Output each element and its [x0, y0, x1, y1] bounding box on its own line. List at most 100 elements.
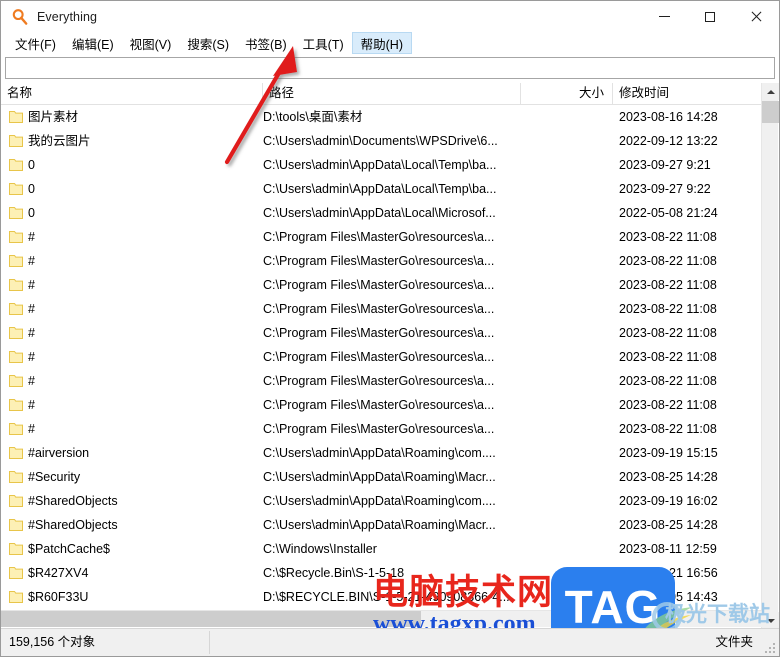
cell-size — [513, 153, 607, 177]
scroll-up-button[interactable] — [762, 83, 779, 100]
menu-item-file[interactable]: 文件(F) — [7, 32, 64, 54]
cell-name: #Security — [28, 470, 81, 484]
cell-modified: 2023-08-22 11:08 — [619, 326, 717, 340]
table-row[interactable]: # C:\Program Files\MasterGo\resources\a..… — [1, 249, 761, 273]
cell-name: 0 — [28, 182, 35, 196]
cell-modified: 2023-08-22 11:08 — [619, 302, 717, 316]
cell-path: C:\Program Files\MasterGo\resources\a... — [263, 398, 495, 412]
menu-item-search[interactable]: 搜索(S) — [179, 32, 237, 54]
cell-path: C:\Users\admin\AppData\Local\Temp\ba... — [263, 182, 497, 196]
folder-icon — [9, 518, 23, 531]
table-row[interactable]: # C:\Program Files\MasterGo\resources\a..… — [1, 393, 761, 417]
cell-path: C:\Program Files\MasterGo\resources\a... — [263, 374, 495, 388]
table-row[interactable]: 我的云图片 C:\Users\admin\Documents\WPSDrive\6… — [1, 129, 761, 153]
chevron-up-icon — [766, 89, 775, 94]
cell-path: C:\Users\admin\AppData\Local\Temp\ba... — [263, 158, 497, 172]
table-row[interactable]: $PatchCache$ C:\Windows\Installer 2023-08-… — [1, 537, 761, 561]
menu-item-bookmarks[interactable]: 书签(B) — [237, 32, 295, 54]
cell-name: 图片素材 — [28, 110, 79, 124]
cell-path: C:\Program Files\MasterGo\resources\a... — [263, 422, 495, 436]
cell-modified: 2023-08-22 11:08 — [619, 350, 717, 364]
table-row[interactable]: $R60F33U D:\$RECYCLE.BIN\S-1-5-21-4909083… — [1, 585, 761, 609]
table-row[interactable]: 0 C:\Users\admin\AppData\Local\Temp\ba...… — [1, 177, 761, 201]
table-row[interactable]: #Security C:\Users\admin\AppData\Roaming\… — [1, 465, 761, 489]
search-input[interactable] — [5, 57, 775, 79]
resize-grip-icon[interactable] — [763, 641, 775, 653]
cell-name: # — [28, 254, 35, 268]
close-button[interactable] — [733, 1, 779, 32]
horizontal-scrollbar[interactable] — [1, 610, 762, 627]
column-header-modified[interactable]: 修改时间 — [613, 83, 762, 104]
cell-path: C:\Users\admin\AppData\Roaming\Macr... — [263, 470, 496, 484]
column-header-row: 名称 路径 大小 修改时间 — [1, 83, 779, 105]
cell-size — [513, 465, 607, 489]
window-controls — [641, 1, 779, 32]
table-row[interactable]: # C:\Program Files\MasterGo\resources\a..… — [1, 273, 761, 297]
column-header-size[interactable]: 大小 — [521, 83, 613, 104]
menu-item-view[interactable]: 视图(V) — [122, 32, 180, 54]
cell-modified: 2022-05-08 21:24 — [619, 206, 718, 220]
cell-modified: 2023-08-22 11:08 — [619, 422, 717, 436]
cell-name: # — [28, 278, 35, 292]
column-header-path[interactable]: 路径 — [263, 83, 521, 104]
cell-size — [513, 105, 607, 129]
table-row[interactable]: # C:\Program Files\MasterGo\resources\a..… — [1, 417, 761, 441]
minimize-button[interactable] — [641, 1, 687, 32]
menu-item-help[interactable]: 帮助(H) — [351, 32, 412, 54]
cell-path: C:\Program Files\MasterGo\resources\a... — [263, 350, 495, 364]
file-list[interactable]: 图片素材 D:\tools\桌面\素材 2023-08-16 14:28 我的云图片 C… — [1, 105, 761, 629]
cell-name: # — [28, 374, 35, 388]
cell-modified: 2023-08-22 11:08 — [619, 254, 717, 268]
table-row[interactable]: 0 C:\Users\admin\AppData\Local\Microsof..… — [1, 201, 761, 225]
maximize-button[interactable] — [687, 1, 733, 32]
cell-name: 0 — [28, 206, 35, 220]
folder-icon — [9, 254, 23, 267]
table-row[interactable]: # C:\Program Files\MasterGo\resources\a..… — [1, 345, 761, 369]
table-row[interactable]: #SharedObjects C:\Users\admin\AppData\Roa… — [1, 513, 761, 537]
cell-name: # — [28, 398, 35, 412]
folder-icon — [9, 494, 23, 507]
cell-modified: 2023-08-22 11:08 — [619, 230, 717, 244]
column-header-name[interactable]: 名称 — [1, 83, 263, 104]
cell-size — [513, 129, 607, 153]
scroll-down-button[interactable] — [762, 612, 779, 629]
horizontal-scroll-thumb[interactable] — [1, 611, 421, 627]
cell-size — [513, 201, 607, 225]
table-row[interactable]: #airversion C:\Users\admin\AppData\Roamin… — [1, 441, 761, 465]
cell-path: D:\$RECYCLE.BIN\S-1-5-21-490908366-4... — [263, 590, 510, 604]
folder-icon — [9, 134, 23, 147]
everything-window: Everything 文件(F) 编辑(E) 视图(V) 搜索(S) 书签(B)… — [0, 0, 780, 657]
folder-icon — [9, 110, 23, 123]
cell-size — [513, 513, 607, 537]
status-object-count: 159,156 个对象 — [9, 635, 96, 649]
cell-size — [513, 393, 607, 417]
cell-path: C:\Program Files\MasterGo\resources\a... — [263, 230, 495, 244]
cell-size — [513, 489, 607, 513]
cell-modified: 2023-08-25 14:28 — [619, 518, 718, 532]
title-bar: Everything — [1, 1, 779, 32]
cell-path: C:\Users\admin\Documents\WPSDrive\6... — [263, 134, 498, 148]
cell-name: $R427XV4 — [28, 566, 89, 580]
cell-size — [513, 537, 607, 561]
table-row[interactable]: # C:\Program Files\MasterGo\resources\a..… — [1, 321, 761, 345]
cell-path: C:\Windows\Installer — [263, 542, 377, 556]
cell-name: $PatchCache$ — [28, 542, 111, 556]
table-row[interactable]: 图片素材 D:\tools\桌面\素材 2023-08-16 14:28 — [1, 105, 761, 129]
cell-path: C:\Users\admin\AppData\Local\Microsof... — [263, 206, 496, 220]
folder-icon — [9, 278, 23, 291]
menu-item-edit[interactable]: 编辑(E) — [64, 32, 122, 54]
folder-icon — [9, 446, 23, 459]
cell-name: # — [28, 350, 35, 364]
table-row[interactable]: # C:\Program Files\MasterGo\resources\a..… — [1, 369, 761, 393]
vertical-scrollbar[interactable] — [761, 83, 779, 629]
vertical-scroll-thumb[interactable] — [762, 101, 779, 123]
table-row[interactable]: 0 C:\Users\admin\AppData\Local\Temp\ba...… — [1, 153, 761, 177]
table-row[interactable]: $R427XV4 C:\$Recycle.Bin\S-1-5-18 2023-08-… — [1, 561, 761, 585]
cell-modified: 2023-09-27 9:22 — [619, 182, 711, 196]
menu-item-tools[interactable]: 工具(T) — [295, 32, 352, 54]
table-row[interactable]: # C:\Program Files\MasterGo\resources\a..… — [1, 297, 761, 321]
table-row[interactable]: # C:\Program Files\MasterGo\resources\a..… — [1, 225, 761, 249]
cell-size — [513, 585, 607, 609]
table-row[interactable]: #SharedObjects C:\Users\admin\AppData\Roa… — [1, 489, 761, 513]
cell-modified: 2023-08-11 12:59 — [619, 542, 717, 556]
